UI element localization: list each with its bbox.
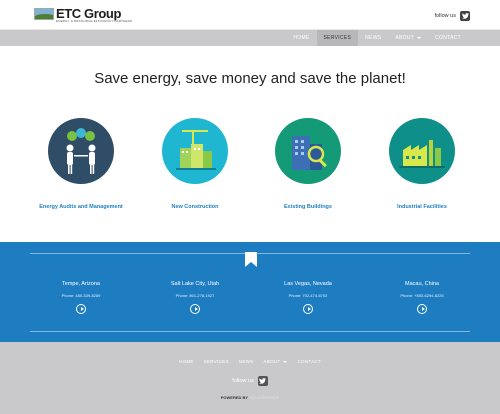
service-existing-buildings[interactable]: Existing Buildings: [258, 118, 358, 210]
footer-nav-news[interactable]: NEWS: [234, 358, 259, 366]
office-tempe: Tempe, Arizona Phone: 480-339-8289: [31, 281, 131, 314]
office-phone: Phone: 480-339-8289: [61, 293, 101, 298]
building-magnifier-icon: [275, 118, 341, 184]
play-circle-icon[interactable]: [190, 304, 200, 314]
office-city: Salt Lake City, Utah: [170, 281, 220, 287]
office-phone: Phone: +853-6294-8225: [400, 293, 444, 298]
play-circle-icon[interactable]: [417, 304, 427, 314]
office-city: Tempe, Arizona: [62, 281, 100, 287]
bookmark-icon: [245, 252, 257, 267]
caret-down-icon: [417, 36, 422, 39]
powered-brand-link[interactable]: SQUARESPACE: [249, 395, 279, 400]
office-salt-lake-city: Salt Lake City, Utah Phone: 801-278-1927: [145, 281, 245, 314]
nav-item-services[interactable]: SERVICES: [316, 30, 359, 46]
nav-item-contact[interactable]: CONTACT: [428, 30, 468, 46]
footer-nav-services[interactable]: SERVICES: [199, 358, 234, 366]
office-las-vegas: Las Vegas, Nevada Phone: 702-474-6702: [258, 281, 358, 314]
play-circle-icon[interactable]: [76, 304, 86, 314]
nav-item-about[interactable]: ABOUT: [388, 30, 428, 46]
office-phone: Phone: 702-474-6702: [288, 293, 328, 298]
divider: [30, 331, 470, 332]
construction-crane-icon: [162, 118, 228, 184]
logo-landscape-icon: [34, 8, 54, 20]
services-row: Energy Audits and Management New Constru…: [0, 118, 500, 218]
twitter-icon[interactable]: [460, 11, 470, 21]
office-phone: Phone: 801-278-1927: [175, 293, 215, 298]
office-city: Las Vegas, Nevada: [284, 281, 332, 287]
service-energy-audits[interactable]: Energy Audits and Management: [31, 118, 131, 210]
footer-nav: HOME SERVICES NEWS ABOUT CONTACT: [0, 358, 500, 366]
footer-nav-home[interactable]: HOME: [174, 358, 199, 366]
footer-nav-about-label: ABOUT: [263, 359, 281, 364]
service-label: Existing Buildings: [284, 204, 332, 210]
footer-nav-about[interactable]: ABOUT: [258, 358, 292, 366]
powered-by: POWERED BY SQUARESPACE: [0, 395, 500, 400]
site-header: ETC Group ENERGY & RESOURCE EFFICIENCY P…: [0, 0, 500, 30]
nav-item-news[interactable]: NEWS: [358, 30, 388, 46]
main-nav: HOME SERVICES NEWS ABOUT CONTACT: [0, 30, 500, 46]
service-new-construction[interactable]: New Construction: [145, 118, 245, 210]
powered-prefix: POWERED BY: [220, 395, 248, 400]
twitter-icon[interactable]: [257, 376, 268, 386]
site-footer: HOME SERVICES NEWS ABOUT CONTACT follow …: [0, 342, 500, 414]
header-follow: follow us: [435, 11, 470, 21]
factory-icon: [389, 118, 455, 184]
follow-label: follow us: [232, 378, 254, 384]
page-headline: Save energy, save money and save the pla…: [94, 70, 406, 87]
logo-tagline: ENERGY & RESOURCE EFFICIENCY PARTNERS: [56, 19, 133, 23]
service-label: Industrial Facilities: [397, 204, 447, 210]
service-label: Energy Audits and Management: [39, 204, 123, 210]
play-circle-icon[interactable]: [303, 304, 313, 314]
footer-nav-contact[interactable]: CONTACT: [292, 358, 326, 366]
caret-down-icon: [283, 360, 288, 363]
people-energy-icon: [48, 118, 114, 184]
office-macau: Macau, China Phone: +853-6294-8225: [372, 281, 472, 314]
follow-label: follow us: [434, 13, 456, 19]
office-city: Macau, China: [405, 281, 439, 287]
service-industrial-facilities[interactable]: Industrial Facilities: [372, 118, 472, 210]
nav-item-about-label: ABOUT: [395, 35, 415, 41]
nav-item-home[interactable]: HOME: [286, 30, 316, 46]
service-label: New Construction: [171, 204, 219, 210]
footer-follow: follow us: [0, 376, 500, 386]
